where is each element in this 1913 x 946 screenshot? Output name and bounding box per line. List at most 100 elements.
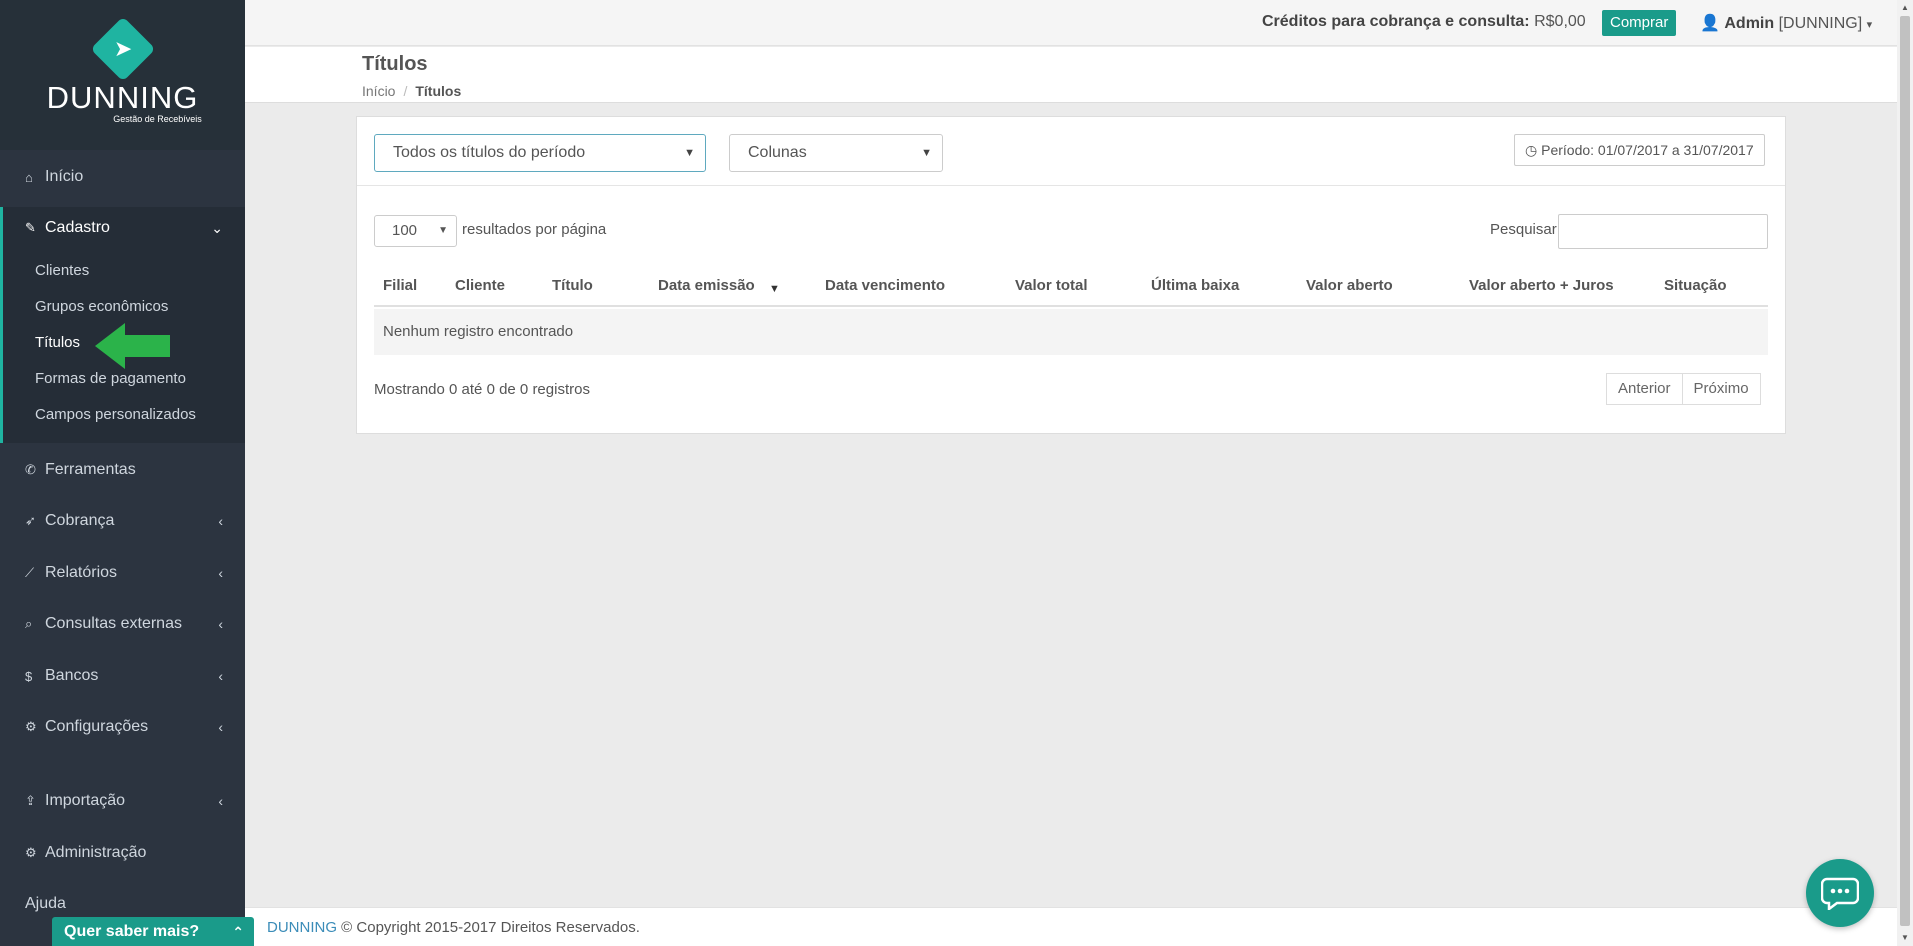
columns-select-value: Colunas	[748, 144, 807, 161]
paper-plane-icon: ➶	[25, 513, 36, 528]
sidebar-item-label: Ajuda	[25, 895, 66, 912]
page-length-label: resultados por página	[462, 221, 607, 238]
logo[interactable]: ➤ DUNNING Gestão de Recebíveis	[0, 0, 245, 150]
footer-copyright: © Copyright 2015-2017 Direitos Reservado…	[341, 919, 640, 936]
sidebar-item-inicio[interactable]: ⌂ Início	[0, 157, 245, 197]
top-bar: Créditos para cobrança e consulta: R$0,0…	[245, 0, 1897, 46]
home-icon: ⌂	[25, 169, 33, 185]
caret-down-icon: ▼	[684, 147, 695, 159]
footer-brand-link[interactable]: DUNNING	[267, 919, 337, 936]
credits-info: Créditos para cobrança e consulta: R$0,0…	[1262, 13, 1586, 31]
chevron-down-icon: ⌄	[211, 219, 223, 236]
chevron-up-icon: ⌃	[232, 924, 244, 940]
column-header-valor-aberto[interactable]: Valor aberto	[1306, 277, 1393, 294]
sidebar-item-label: Cobrança	[45, 512, 115, 529]
gears-icon: ⚙	[25, 845, 37, 860]
scroll-thumb[interactable]	[1900, 16, 1910, 926]
scrollbar[interactable]: ▲ ▼	[1897, 0, 1913, 946]
column-header-valor-aberto-juros[interactable]: Valor aberto + Juros	[1469, 277, 1614, 294]
user-name: Admin	[1724, 15, 1775, 32]
sidebar-item-consultas[interactable]: ⌕ Consultas externas ‹	[0, 604, 245, 644]
caret-down-icon: ▼	[921, 147, 932, 159]
table-info: Mostrando 0 até 0 de 0 registros	[374, 381, 590, 398]
titles-panel: Todos os títulos do período ▼ Colunas ▼ …	[356, 116, 1786, 434]
green-arrow-icon	[95, 323, 170, 369]
user-icon: 👤	[1700, 15, 1720, 32]
sidebar-item-cadastro[interactable]: ✎ Cadastro ⌄	[0, 208, 245, 248]
edit-icon: ✎	[25, 220, 36, 235]
sort-desc-icon: ▼	[769, 283, 780, 295]
sidebar-item-bancos[interactable]: $ Bancos ‹	[0, 656, 245, 696]
page-length-select[interactable]: 100 ▼	[374, 215, 457, 247]
next-page-button[interactable]: Próximo	[1682, 373, 1761, 405]
sidebar-item-label: Consultas externas	[45, 615, 182, 632]
caret-down-icon: ▾	[1866, 19, 1873, 31]
period-button-label: Período: 01/07/2017 a 31/07/2017	[1541, 142, 1754, 158]
table-header: Filial Cliente Título Data emissão ▼ Dat…	[374, 267, 1768, 307]
chevron-left-icon: ‹	[218, 616, 223, 632]
credits-value: R$0,00	[1534, 13, 1586, 30]
sidebar-item-label: Ferramentas	[45, 461, 136, 478]
chart-line-icon: ⟋	[25, 565, 35, 580]
buy-button[interactable]: Comprar	[1602, 10, 1677, 36]
wrench-icon: ✆	[25, 462, 36, 477]
user-menu[interactable]: 👤 Admin [DUNNING] ▾	[1700, 13, 1872, 33]
sidebar-subitem-formas-pagamento[interactable]: Formas de pagamento	[35, 370, 186, 387]
columns-select[interactable]: Colunas ▼	[729, 134, 943, 172]
chevron-left-icon: ‹	[218, 565, 223, 581]
sidebar-item-configuracoes[interactable]: ⚙ Configurações ‹	[0, 707, 245, 747]
chevron-left-icon: ‹	[218, 668, 223, 684]
panel-divider	[357, 185, 1785, 186]
sidebar-subitem-titulos[interactable]: Títulos	[35, 334, 80, 351]
sidebar-item-ferramentas[interactable]: ✆ Ferramentas	[0, 450, 245, 490]
page-title: Títulos	[362, 53, 428, 75]
sidebar-subitem-grupos[interactable]: Grupos econômicos	[35, 298, 168, 315]
column-header-data-vencimento[interactable]: Data vencimento	[825, 277, 945, 294]
column-header-cliente[interactable]: Cliente	[455, 277, 505, 294]
column-header-ultima-baixa[interactable]: Última baixa	[1151, 277, 1239, 294]
sidebar-item-relatorios[interactable]: ⟋ Relatórios ‹	[0, 553, 245, 593]
caret-down-icon: ▼	[438, 225, 448, 236]
chevron-left-icon: ‹	[218, 793, 223, 809]
column-header-titulo[interactable]: Título	[552, 277, 593, 294]
scroll-down-icon[interactable]: ▼	[1897, 930, 1913, 946]
sidebar-item-label: Bancos	[45, 667, 99, 684]
column-header-situacao[interactable]: Situação	[1664, 277, 1727, 294]
search-label: Pesquisar	[1490, 221, 1557, 238]
dollar-icon: $	[25, 668, 33, 684]
period-filter-value: Todos os títulos do período	[393, 144, 586, 161]
sidebar-subitem-campos[interactable]: Campos personalizados	[35, 406, 196, 423]
period-button[interactable]: ◷ Período: 01/07/2017 a 31/07/2017	[1514, 134, 1765, 166]
sidebar-item-administracao[interactable]: ⚙ Administração	[0, 833, 245, 873]
sidebar-item-label: Configurações	[45, 718, 149, 735]
sidebar: ➤ DUNNING Gestão de Recebíveis ⌂ Início …	[0, 0, 245, 946]
breadcrumb: Início / Títulos	[362, 83, 461, 99]
sidebar-item-importacao[interactable]: ⇪ Importação ‹	[0, 781, 245, 821]
footer-text: DUNNING © Copyright 2015-2017 Direitos R…	[267, 919, 640, 936]
scroll-up-icon[interactable]: ▲	[1897, 0, 1913, 16]
sidebar-item-cobranca[interactable]: ➶ Cobrança ‹	[0, 501, 245, 541]
period-filter-select[interactable]: Todos os títulos do período ▼	[374, 134, 706, 172]
sidebar-subitem-clientes[interactable]: Clientes	[35, 262, 89, 279]
sidebar-item-label: Relatórios	[45, 564, 118, 581]
chevron-left-icon: ‹	[218, 513, 223, 529]
search-input[interactable]	[1558, 214, 1768, 249]
page-length-value: 100	[392, 222, 418, 239]
clock-icon: ◷	[1525, 142, 1538, 158]
pagination: Anterior Próximo	[1606, 373, 1761, 405]
help-tab[interactable]: Quer saber mais? ⌃	[52, 917, 254, 946]
column-header-valor-total[interactable]: Valor total	[1015, 277, 1088, 294]
breadcrumb-current: Títulos	[415, 83, 462, 99]
user-company: [DUNNING]	[1778, 15, 1863, 32]
gear-icon: ⚙	[25, 719, 37, 734]
chat-button[interactable]	[1806, 859, 1874, 927]
logo-text: DUNNING	[46, 80, 199, 115]
prev-page-button[interactable]: Anterior	[1606, 373, 1683, 405]
sidebar-item-label: Início	[45, 168, 84, 185]
column-header-filial[interactable]: Filial	[383, 277, 417, 294]
breadcrumb-separator: /	[403, 83, 408, 99]
sidebar-item-label: Importação	[45, 792, 126, 809]
column-header-data-emissao[interactable]: Data emissão	[658, 277, 755, 294]
breadcrumb-home[interactable]: Início	[362, 83, 395, 99]
logo-play-icon: ➤	[89, 16, 156, 82]
